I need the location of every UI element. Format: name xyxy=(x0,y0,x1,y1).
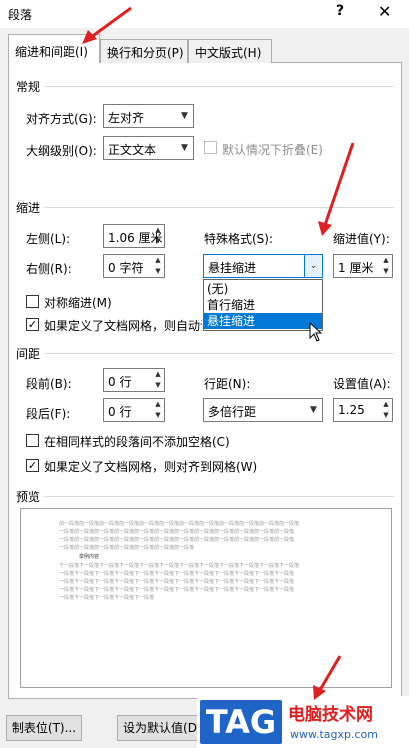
annotation-arrows xyxy=(82,6,355,700)
arrow-to-special-indent-icon xyxy=(318,142,355,236)
arrow-to-buttons-icon xyxy=(313,655,342,700)
mouse-cursor-icon xyxy=(309,322,323,342)
arrow-to-tab-icon xyxy=(82,6,132,44)
